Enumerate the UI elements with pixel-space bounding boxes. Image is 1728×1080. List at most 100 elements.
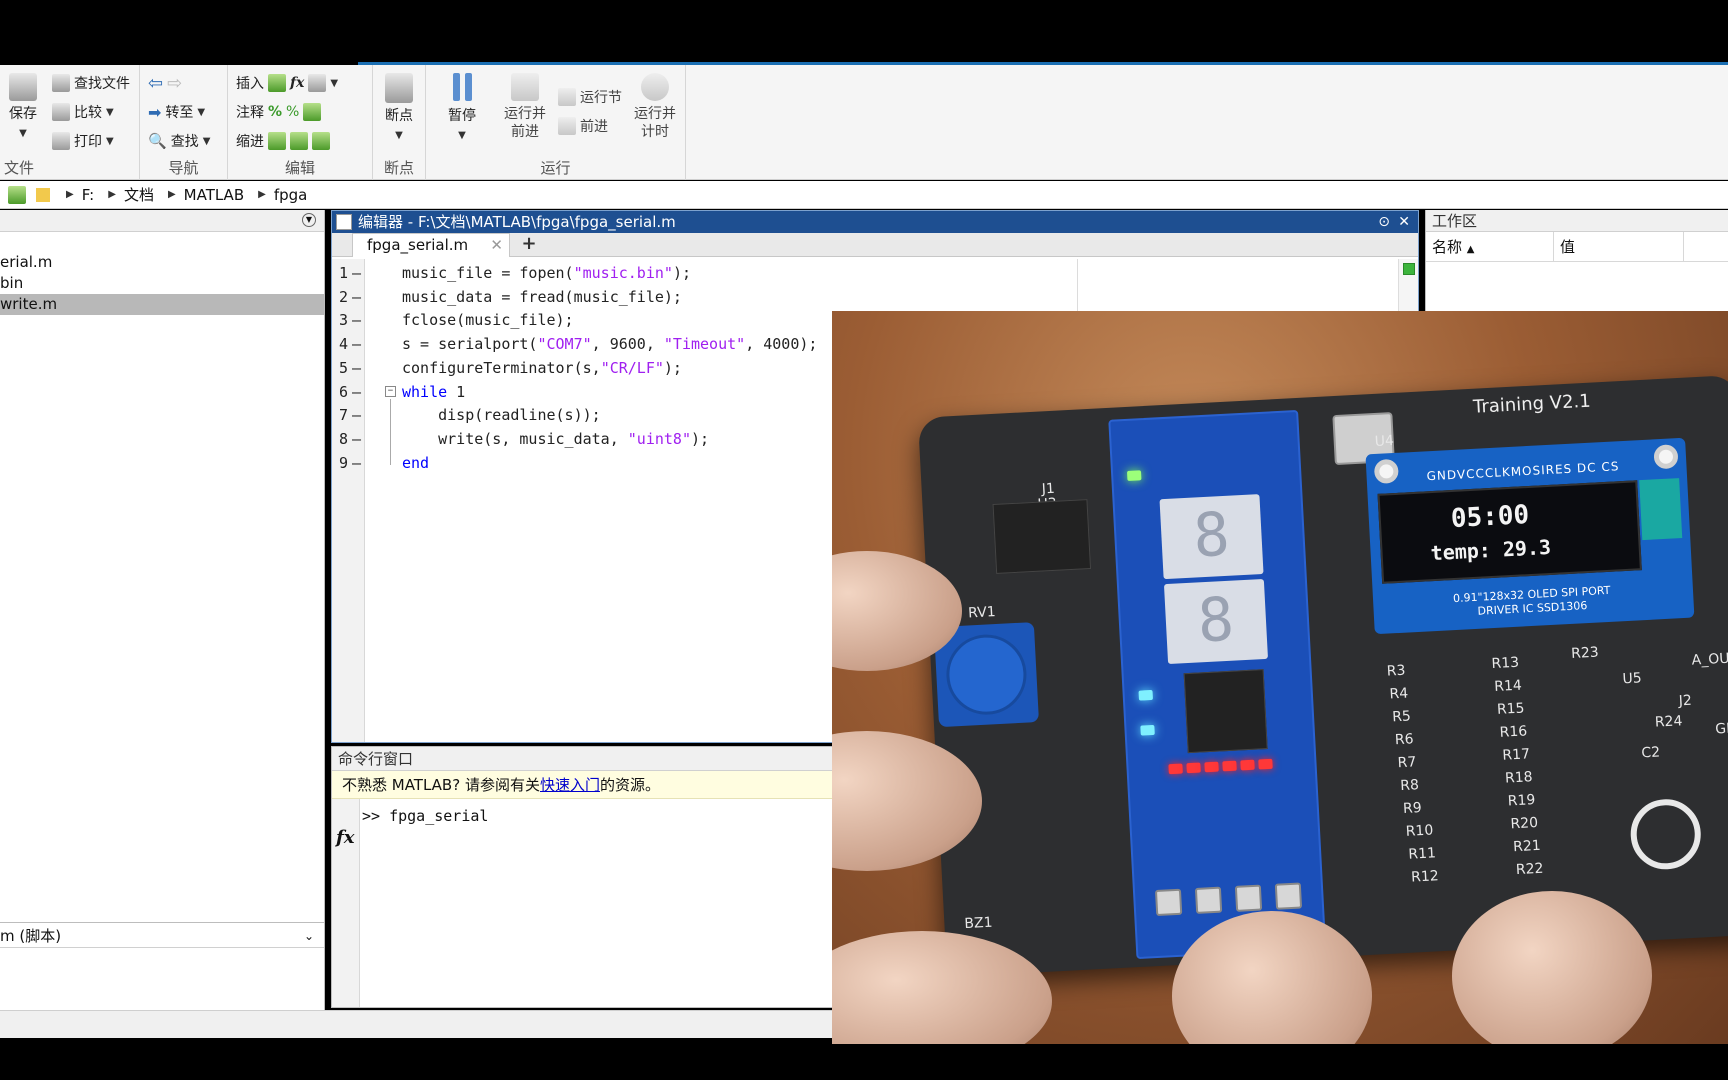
close-tab-icon[interactable]: ✕ [490,234,503,256]
code-line[interactable]: 1— music_file = fopen("music.bin"); [332,261,1392,285]
insert-icon[interactable] [308,74,327,92]
breakpoint-marker[interactable]: — [352,308,361,332]
breakpoint-marker[interactable]: — [352,332,361,356]
chevron-down-icon: ▼ [458,130,466,141]
chevron-down-icon[interactable]: ▼ [330,78,338,89]
code-text: fclose(music_file); [402,311,574,330]
tab-fpga-serial[interactable]: fpga_serial.m ✕ [352,233,510,257]
seven-segment-display: 8 [1159,494,1264,580]
ribbon-group-file: 保存 ▼ 查找文件 比较 ▼ 打印 ▼ 文件 [0,65,140,180]
compare-button[interactable]: 比较 ▼ [52,100,114,124]
fpga-module: 8 8 [1108,409,1395,960]
pause-icon [448,73,476,103]
screen-top-border [0,0,1728,65]
breakpoint-marker[interactable]: — [352,356,361,380]
fx-icon[interactable]: fx [336,827,354,848]
save-label: 保存 [9,106,37,122]
breakpoint-marker[interactable]: — [352,403,361,427]
insert-section-icon[interactable] [268,74,286,92]
fold-toggle-icon[interactable]: − [385,385,396,397]
address-part[interactable]: MATLAB [184,186,244,204]
silk-u5: U5 [1622,670,1643,688]
editor-title: 编辑器 - F:\文档\MATLAB\fpga\fpga_serial.m [358,213,676,231]
silk-resistor-label: R6 [1394,731,1414,749]
menu-icon[interactable]: ⊙ [1378,211,1390,233]
code-line[interactable]: 2— music_data = fread(music_file); [332,285,1392,309]
address-bar[interactable]: ▶ F: ▶ 文档 ▶ MATLAB ▶ fpga [0,181,1728,209]
run-and-time-button[interactable]: 运行并 计时 [632,73,678,141]
print-button[interactable]: 打印 ▼ [52,129,114,153]
breakpoint-icon [385,73,413,103]
breakpoint-marker[interactable]: — [352,380,361,404]
command-line[interactable]: >> fpga_serial [362,807,488,825]
uncomment-icon[interactable]: % [286,104,299,120]
close-icon[interactable]: ✕ [1398,211,1410,233]
run-and-advance-button[interactable]: 运行并 前进 [502,73,548,141]
print-label: 打印 [74,134,102,150]
resistor-labels: R3 R4 R5 R6 R7 R8 R9 R10 R11 R12 R13 R14 R15 R16 R17 R1… [918,375,1728,886]
file-item[interactable]: erial.m [0,252,324,273]
fx-icon[interactable]: fx [290,75,304,91]
file-item-selected[interactable]: write.m [0,294,324,315]
breakpoint-marker[interactable]: — [352,261,361,285]
pause-button[interactable]: 暂停 ▼ [442,73,482,145]
silk-resistor-label: R14 [1493,677,1523,696]
browse-folder-icon[interactable] [8,185,26,204]
save-button[interactable]: 保存 ▼ [6,73,40,143]
comment-button[interactable]: 注释%% [236,100,322,124]
tab-label: fpga_serial.m [367,236,469,254]
breakpoints-button[interactable]: 断点 ▼ [379,73,419,145]
breakpoints-label: 断点 [385,108,413,124]
silk-resistor-label: R10 [1405,822,1434,840]
percent-icon[interactable]: % [268,104,282,120]
address-part[interactable]: fpga [274,186,308,204]
code-text: while 1 [402,382,466,401]
silk-resistor-label: R8 [1399,777,1420,795]
run-section-button[interactable]: 运行节 [558,85,622,109]
line-number: 4 [338,335,348,354]
code-analyzer-ok-icon[interactable] [1403,263,1415,275]
address-part[interactable]: 文档 [124,184,154,205]
chevron-down-icon[interactable]: ⌄ [304,923,314,949]
led-cyan [1138,689,1153,701]
indent-button[interactable]: 缩进 [236,129,330,153]
silk-r24: R24 [1654,713,1683,731]
advance-label: 前进 [580,119,608,135]
chip-u3 [992,499,1092,574]
indent-icon[interactable] [290,132,308,150]
insert-button[interactable]: 插入 fx ▼ [236,71,338,95]
forward-arrow-icon[interactable]: ⇨ [167,73,182,94]
find-files-button[interactable]: 查找文件 [52,71,130,95]
col-name-label: 名称 [1432,238,1463,256]
goto-label: 转至 [165,105,194,121]
silk-resistor-label: R4 [1389,685,1409,703]
breakpoint-marker[interactable]: — [352,451,361,475]
outdent-icon[interactable] [312,132,330,150]
led-green [1126,470,1142,481]
oled-pin-labels: GNDVCCCLKMOSIRES DC CS [1426,459,1620,484]
chevron-down-icon[interactable]: ▼ [302,213,316,227]
file-item[interactable]: bin [0,273,324,294]
wrap-comment-icon[interactable] [303,103,322,121]
file-group-label: 文件 [4,159,35,177]
column-header-value[interactable]: 值 [1554,232,1684,261]
command-gutter: fx [332,799,360,1007]
silk-resistor-label: R16 [1499,723,1528,741]
editor-tabs: fpga_serial.m ✕ + [332,233,1418,257]
run-advance-icon [511,73,539,101]
column-header-name[interactable]: 名称 ▲ [1426,232,1554,261]
new-tab-button[interactable]: + [514,233,544,257]
breakpoint-marker[interactable]: — [352,427,361,451]
editor-titlebar: 编辑器 - F:\文档\MATLAB\fpga\fpga_serial.m ⊙ … [332,211,1418,233]
advance-button[interactable]: 前进 [558,114,608,138]
back-arrow-icon[interactable]: ⇦ [148,73,163,94]
oled-temperature: temp: 29.3 [1430,534,1552,566]
details-panel-header[interactable]: m (脚本) ⌄ [0,922,324,948]
smart-indent-icon[interactable] [268,132,286,150]
address-part[interactable]: F: [82,186,95,204]
quick-start-link[interactable]: 快速入门 [540,776,600,794]
breakpoint-marker[interactable]: — [352,285,361,309]
back-forward-buttons[interactable]: ⇦ ⇨ [148,71,182,95]
find-button[interactable]: 🔍 查找 ▼ [148,129,210,153]
goto-button[interactable]: ➡ 转至 ▼ [148,100,205,124]
